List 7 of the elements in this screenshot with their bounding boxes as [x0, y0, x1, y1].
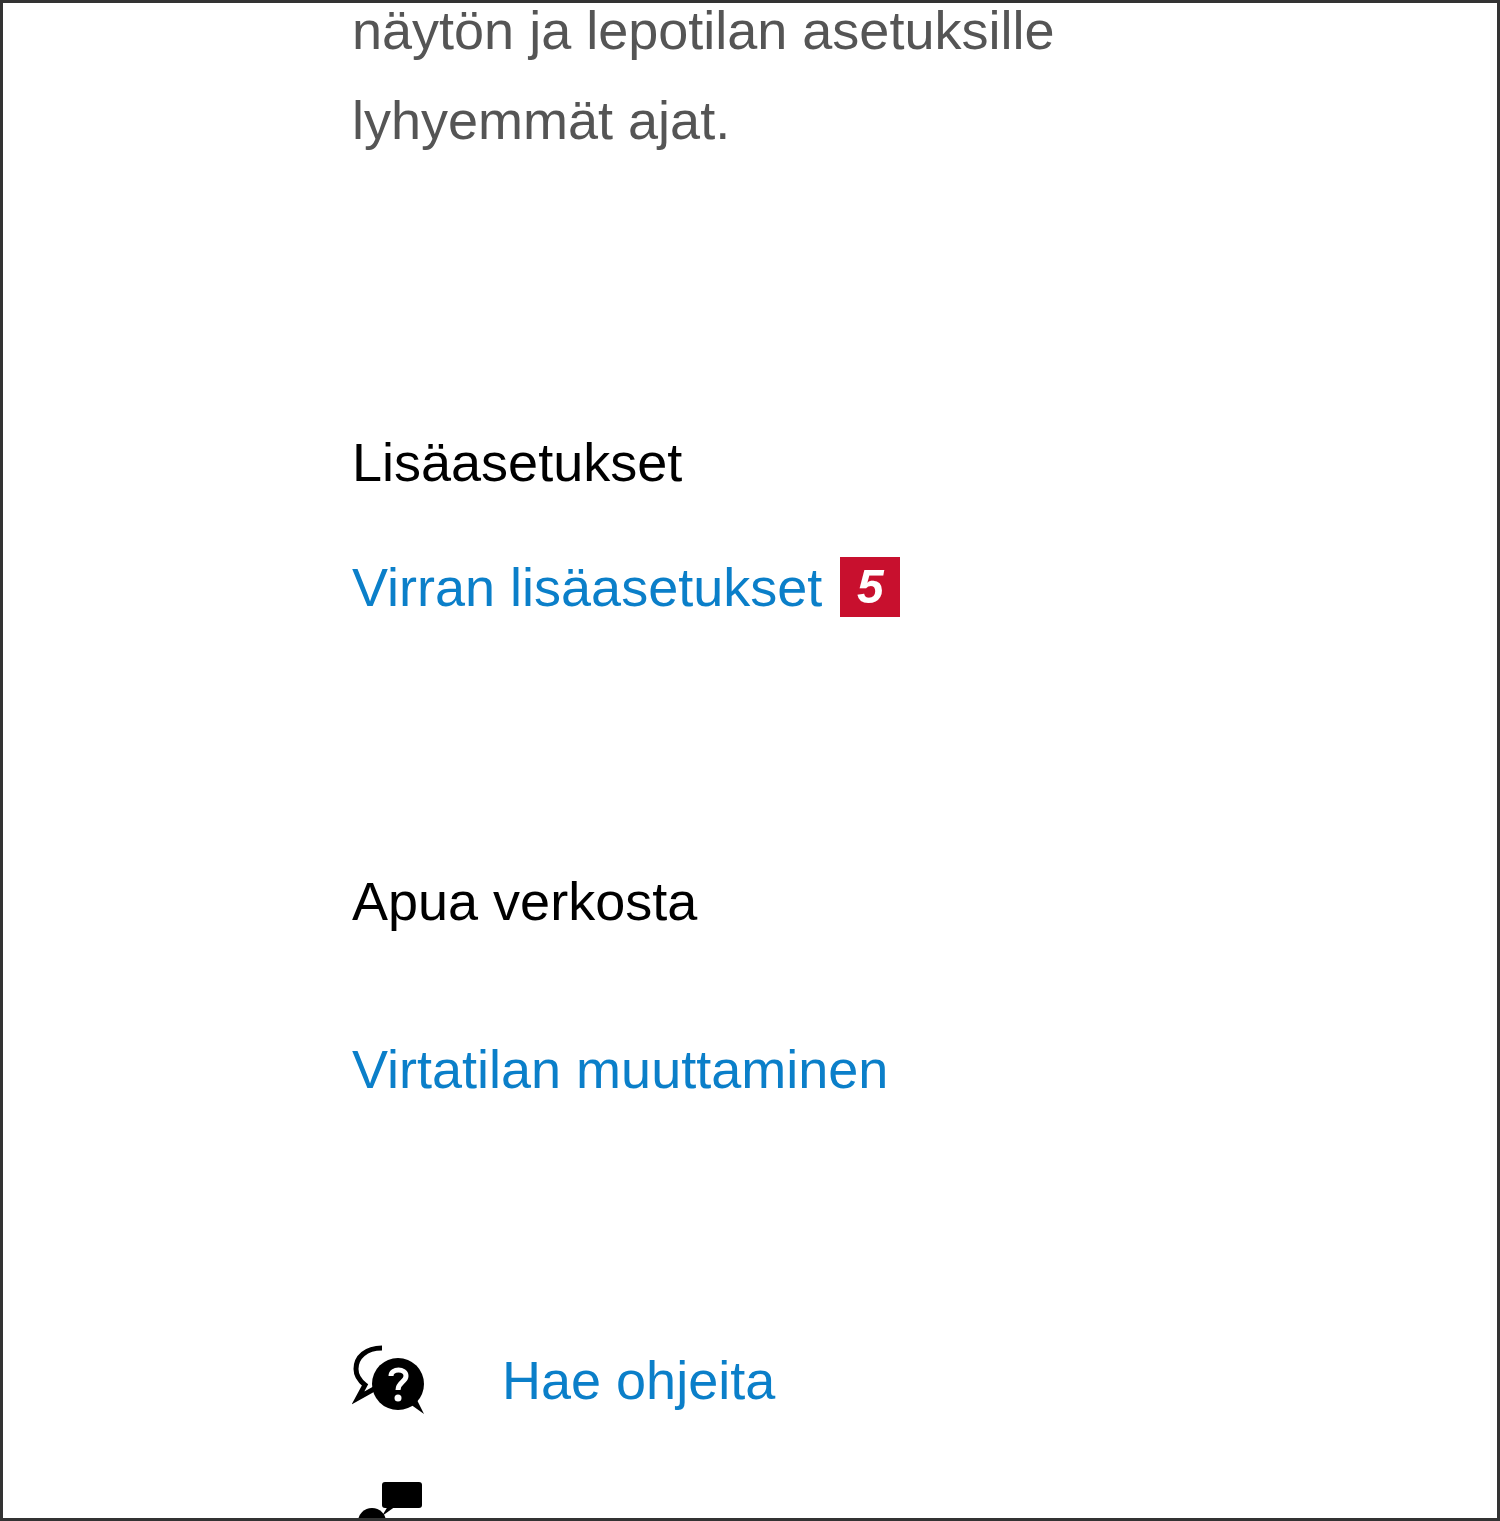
section-heading: Apua verkosta: [352, 870, 698, 933]
number-badge: 5: [840, 557, 901, 617]
settings-link[interactable]: Virtatilan muuttaminen: [352, 1034, 889, 1104]
settings-link[interactable]: Virran lisäasetukset: [352, 552, 823, 622]
help-link[interactable]: Hae ohjeita: [502, 1345, 776, 1415]
section-heading: Lisäasetukset: [352, 431, 683, 494]
description-text: näytön ja lepotilan asetuksille lyhyemmät ajat.: [352, 3, 1056, 152]
